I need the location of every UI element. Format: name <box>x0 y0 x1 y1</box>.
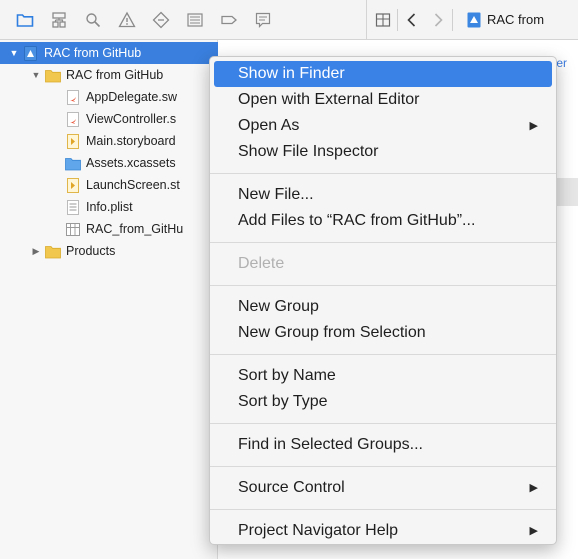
menu-item-label: Add Files to “RAC from GitHub”... <box>238 212 476 229</box>
context-menu: Show in Finder Open with External Editor O… <box>209 56 557 545</box>
hierarchy-icon[interactable] <box>44 5 74 35</box>
menu-separator <box>210 285 556 286</box>
navigator-item-label: Products <box>66 244 116 258</box>
disclosure-collapsed-icon[interactable]: ▶ <box>30 246 42 257</box>
menu-separator <box>210 242 556 243</box>
menu-separator <box>210 423 556 424</box>
menu-item-label: Open As <box>238 117 300 134</box>
project-file-icon <box>467 12 481 27</box>
menu-item-add-files-to-rac-from-github[interactable]: Add Files to “RAC from GitHub”... <box>210 208 556 234</box>
navigator-item-label: RAC from GitHub <box>66 68 164 82</box>
plist-file-icon <box>65 199 81 215</box>
menu-item-show-in-finder[interactable]: Show in Finder <box>214 61 552 87</box>
submenu-arrow-icon: ▶ <box>529 482 538 494</box>
jump-bar-separator <box>397 8 398 31</box>
disclosure-expanded-icon[interactable]: ▼ <box>30 70 42 80</box>
project-file-icon <box>23 45 39 61</box>
back-chevron-icon[interactable] <box>404 7 420 33</box>
jump-bar-separator <box>452 8 453 31</box>
assets-file-icon <box>65 156 81 171</box>
menu-item-label: Find in Selected Groups... <box>238 436 423 453</box>
menu-item-new-file[interactable]: New File... <box>210 182 556 208</box>
diamond-icon[interactable] <box>146 5 176 35</box>
menu-item-label: New Group <box>238 298 319 315</box>
navigator-item-label: AppDelegate.sw <box>86 90 178 104</box>
menu-item-project-navigator-help[interactable]: Project Navigator Help ▶ <box>210 518 556 544</box>
swift-file-icon <box>65 111 81 127</box>
menu-item-label: Show File Inspector <box>238 143 379 160</box>
menu-item-label: Source Control <box>238 479 345 496</box>
navigator-item-label: LaunchScreen.st <box>86 178 180 192</box>
folder-file-icon <box>45 244 61 259</box>
tag-icon[interactable] <box>214 5 244 35</box>
navigator-item-label: ViewController.s <box>86 112 177 126</box>
menu-item-find-in-selected-groups[interactable]: Find in Selected Groups... <box>210 432 556 458</box>
menu-separator <box>210 509 556 510</box>
navigator-item[interactable]: ▼ RAC from GitHub <box>0 42 218 64</box>
navigator-item[interactable]: ▶ Products <box>0 240 218 262</box>
editor-peek-block <box>557 178 578 206</box>
navigator-toolbar <box>0 0 366 40</box>
jump-bar: RAC from <box>367 0 578 40</box>
forward-chevron-icon[interactable] <box>430 7 446 33</box>
submenu-arrow-icon: ▶ <box>529 120 538 132</box>
folder-icon[interactable] <box>10 5 40 35</box>
swift-file-icon <box>65 89 81 105</box>
menu-separator <box>210 354 556 355</box>
list-icon[interactable] <box>180 5 210 35</box>
menu-item-source-control[interactable]: Source Control ▶ <box>210 475 556 501</box>
navigator-item[interactable]: ViewController.s <box>0 108 218 130</box>
menu-item-open-with-external-editor[interactable]: Open with External Editor <box>210 87 556 113</box>
menu-item-new-group[interactable]: New Group <box>210 294 556 320</box>
menu-item-label: Open with External Editor <box>238 91 420 108</box>
warning-icon[interactable] <box>112 5 142 35</box>
menu-item-sort-by-name[interactable]: Sort by Name <box>210 363 556 389</box>
jump-bar-file-label: RAC from <box>487 12 545 27</box>
menu-item-label: Show in Finder <box>238 65 345 82</box>
navigator-item[interactable]: AppDelegate.sw <box>0 86 218 108</box>
jump-bar-file[interactable]: RAC from <box>467 12 544 28</box>
menu-item-delete: Delete <box>210 251 556 277</box>
navigator-item[interactable]: LaunchScreen.st <box>0 174 218 196</box>
navigator-item-label: RAC_from_GitHu <box>86 222 184 236</box>
submenu-arrow-icon: ▶ <box>529 525 538 537</box>
menu-item-label: Sort by Name <box>238 367 336 384</box>
header-file-icon <box>65 222 81 237</box>
menu-item-label: Delete <box>238 255 285 272</box>
menu-item-label: New File... <box>238 186 314 203</box>
navigator-item[interactable]: Assets.xcassets <box>0 152 218 174</box>
navigator-item-label: Assets.xcassets <box>86 156 176 170</box>
menu-item-label: New Group from Selection <box>238 324 426 341</box>
project-navigator: ▼ RAC from GitHub ▼ RAC from GitHub AppDeleg… <box>0 40 218 559</box>
storyboard-file-icon <box>65 133 81 149</box>
navigator-item-label: Info.plist <box>86 200 133 214</box>
navigator-item[interactable]: RAC_from_GitHu <box>0 218 218 240</box>
menu-item-label: Project Navigator Help <box>238 522 399 539</box>
navigator-item[interactable]: Info.plist <box>0 196 218 218</box>
magnifier-icon[interactable] <box>78 5 108 35</box>
menu-item-sort-by-type[interactable]: Sort by Type <box>210 389 556 415</box>
storyboard-file-icon <box>65 177 81 193</box>
menu-item-new-group-from-selection[interactable]: New Group from Selection <box>210 320 556 346</box>
menu-item-label: Sort by Type <box>238 393 328 410</box>
menu-separator <box>210 173 556 174</box>
folder-file-icon <box>45 68 61 83</box>
disclosure-expanded-icon[interactable]: ▼ <box>8 48 20 58</box>
related-items-grid-icon[interactable] <box>375 7 391 33</box>
speech-bubble-icon[interactable] <box>248 5 278 35</box>
menu-separator <box>210 466 556 467</box>
navigator-item-label: RAC from GitHub <box>44 46 142 60</box>
navigator-item-label: Main.storyboard <box>86 134 176 148</box>
navigator-item[interactable]: ▼ RAC from GitHub <box>0 64 218 86</box>
navigator-item[interactable]: Main.storyboard <box>0 130 218 152</box>
menu-item-open-as[interactable]: Open As ▶ <box>210 113 556 139</box>
menu-item-show-file-inspector[interactable]: Show File Inspector <box>210 139 556 165</box>
